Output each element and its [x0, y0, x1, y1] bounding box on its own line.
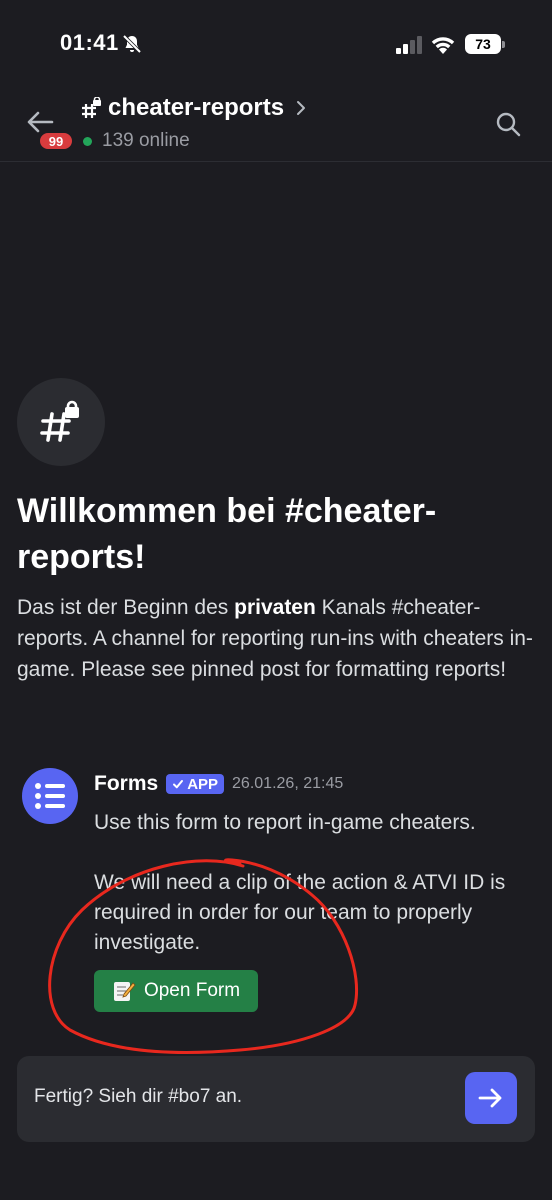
welcome-title: Willkommen bei #cheater-reports!: [17, 492, 437, 576]
app-tag: APP: [166, 774, 225, 794]
list-icon: [35, 783, 65, 809]
message-author[interactable]: Forms: [94, 772, 158, 796]
arrow-right-icon: [478, 1088, 502, 1108]
send-button[interactable]: [465, 1072, 517, 1124]
wifi-icon: [431, 37, 455, 54]
welcome-desc-bold: privaten: [234, 596, 316, 619]
channel-icon-large: [17, 378, 105, 466]
channel-title-button[interactable]: cheater-reports: [80, 94, 308, 122]
unread-badge: 99: [37, 130, 75, 152]
message-line-2: We will need a clip of the action & ATVI…: [94, 871, 506, 954]
open-form-label: Open Form: [143, 980, 241, 1001]
welcome-description: Das ist der Beginn des privaten Kanals #…: [17, 592, 547, 685]
battery-level: 73: [465, 34, 501, 54]
status-bar: 01:41 73: [0, 0, 552, 90]
message-input-bar[interactable]: Fertig? Sieh dir #bo7 an.: [17, 1056, 535, 1142]
search-icon[interactable]: [494, 110, 522, 138]
battery-indicator: 73: [465, 34, 505, 54]
avatar[interactable]: [22, 768, 78, 824]
chevron-right-icon: [297, 101, 306, 115]
online-status: 139 online: [83, 130, 190, 152]
online-count: 139 online: [102, 130, 190, 151]
channel-header: 99 cheater-reports 139 online: [0, 90, 552, 162]
message-input-placeholder[interactable]: Fertig? Sieh dir #bo7 an.: [34, 1086, 242, 1108]
welcome-desc-start: Das ist der Beginn des: [17, 596, 235, 619]
hash-lock-icon: [82, 97, 101, 118]
app-tag-label: APP: [187, 775, 219, 793]
checkmark-icon: [173, 780, 184, 789]
message-timestamp: 26.01.26, 21:45: [232, 775, 344, 792]
message-header: Forms APP 26.01.26, 21:45: [94, 772, 343, 796]
bell-slash-icon: [122, 34, 142, 54]
message-line-1: Use this form to report in-game cheaters…: [94, 811, 476, 834]
hash-lock-icon: [40, 400, 79, 442]
channel-title: cheater-reports: [108, 94, 285, 121]
signal-icon: [396, 36, 422, 54]
online-dot: [83, 136, 92, 146]
memo-icon: [113, 982, 136, 1001]
battery-tip: [502, 41, 505, 48]
status-time: 01:41: [60, 30, 119, 55]
open-form-button[interactable]: Open Form: [94, 970, 258, 1012]
